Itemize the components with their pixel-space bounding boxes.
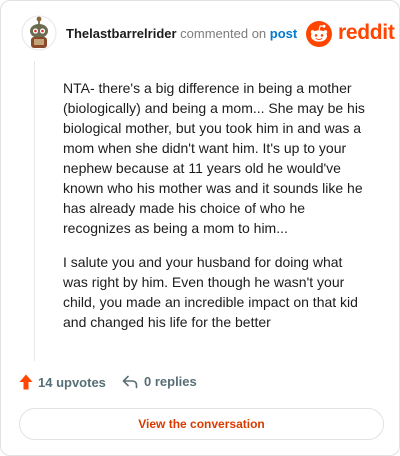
comment-header: Thelastbarrelrider commented on post red… [17, 13, 395, 57]
brand-wordmark: reddit [338, 21, 395, 44]
comment-paragraph-1: NTA- there's a big difference in being a… [63, 80, 365, 236]
avatar[interactable] [21, 15, 57, 51]
username-link[interactable]: Thelastbarrelrider [66, 26, 177, 41]
upvote-arrow-icon [19, 374, 33, 390]
header-line: Thelastbarrelrider commented on post [66, 26, 297, 41]
reply-arrow-icon [122, 375, 138, 388]
upvote-count: 14 upvotes [38, 374, 106, 390]
comment-body: NTA- there's a big difference in being a… [34, 61, 368, 361]
view-conversation-button[interactable]: View the conversation [19, 408, 384, 440]
reply-count: 0 replies [144, 374, 197, 389]
reply-button[interactable]: 0 replies [122, 374, 197, 389]
upvote-button[interactable]: 14 upvotes [19, 374, 106, 390]
post-link[interactable]: post [270, 26, 297, 41]
comment-paragraph-2: I salute you and your husband for doing … [63, 254, 358, 330]
reddit-logo[interactable]: reddit [305, 20, 395, 47]
reddit-snoo-icon [306, 21, 332, 47]
action-text: commented on [180, 26, 267, 41]
comment-card: Thelastbarrelrider commented on post red… [0, 0, 400, 456]
comment-footer: 14 upvotes 0 replies [19, 373, 379, 395]
